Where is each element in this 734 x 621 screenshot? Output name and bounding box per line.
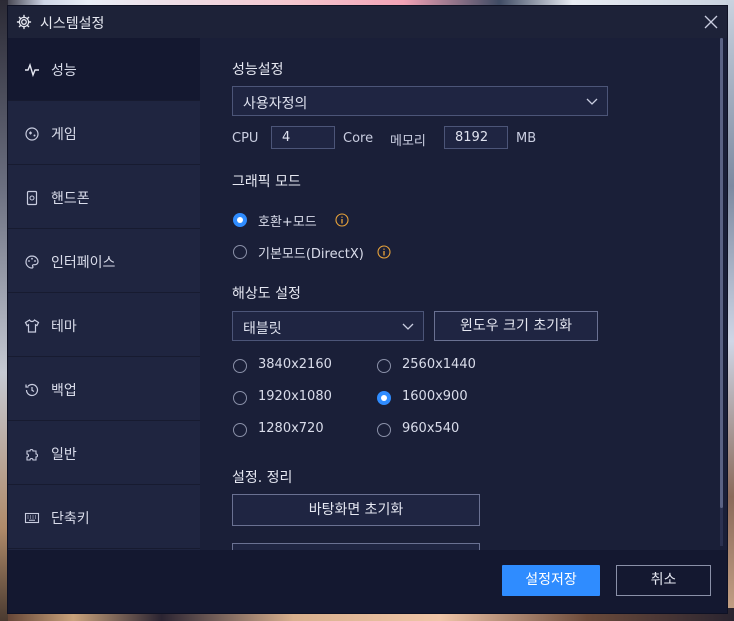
phone-icon (26, 190, 38, 206)
memory-input[interactable] (444, 126, 508, 149)
sidebar-item-label: 백업 (51, 383, 77, 399)
radio-label[interactable]: 1920x1080 (258, 389, 332, 404)
info-icon[interactable] (335, 213, 349, 227)
settings-dialog: 시스템설정 성능 게임 핸드폰 인터페이스 테마 백업 일반 단축키 성능설정 … (8, 6, 727, 613)
sidebar-item-interface[interactable]: 인터페이스 (8, 230, 200, 293)
select-value: 태블릿 (243, 321, 282, 337)
radio-resolution-1280[interactable] (233, 423, 247, 437)
section-title-resolution: 해상도 설정 (232, 286, 301, 302)
dialog-footer: 설정저장 취소 (8, 550, 727, 613)
performance-preset-select[interactable]: 사용자정의 (232, 86, 608, 116)
sidebar-item-performance[interactable]: 성능 (8, 38, 200, 101)
sidebar-item-game[interactable]: 게임 (8, 102, 200, 165)
scrollbar-thumb[interactable] (720, 38, 723, 508)
sidebar-item-shortcuts[interactable]: 단축키 (8, 486, 200, 549)
puzzle-icon (26, 449, 38, 461)
radio-label[interactable]: 기본모드(DirectX) (258, 243, 364, 262)
info-icon[interactable] (377, 245, 391, 259)
radio-resolution-960[interactable] (377, 423, 391, 437)
sidebar-item-label: 일반 (51, 447, 77, 463)
sidebar-item-general[interactable]: 일반 (8, 422, 200, 485)
cpu-label: CPU (232, 131, 259, 146)
cancel-button[interactable]: 취소 (616, 565, 711, 596)
sidebar-item-label: 단축키 (51, 511, 90, 527)
performance-panel: 성능설정 사용자정의 CPU Core 메모리 MB 그래픽 모드 호환+모드 … (200, 38, 719, 550)
radio-label[interactable]: 호환+모드 (258, 211, 317, 230)
radio-resolution-1600[interactable] (377, 391, 391, 405)
device-type-select[interactable]: 태블릿 (232, 311, 424, 341)
radio-label[interactable]: 2560x1440 (402, 357, 476, 372)
sidebar-item-label: 테마 (51, 319, 77, 335)
content-scrollbar[interactable] (720, 38, 723, 546)
shirt-icon (24, 319, 40, 333)
memory-label: 메모리 (390, 134, 426, 149)
history-icon (25, 383, 39, 397)
title-bar: 시스템설정 (8, 6, 727, 38)
section-title-cleanup: 설정. 정리 (232, 470, 293, 486)
close-icon[interactable] (702, 13, 720, 31)
save-settings-button[interactable]: 설정저장 (502, 565, 600, 596)
palette-icon (25, 255, 39, 269)
radio-label[interactable]: 1600x900 (402, 389, 468, 404)
chevron-down-icon (586, 98, 598, 105)
sidebar-item-backup[interactable]: 백업 (8, 358, 200, 421)
core-label: Core (343, 131, 374, 146)
radio-resolution-1920[interactable] (233, 391, 247, 405)
sidebar-item-label: 게임 (51, 127, 77, 143)
mb-label: MB (516, 131, 537, 146)
partial-button[interactable] (232, 543, 480, 550)
gear-icon (16, 14, 32, 30)
radio-label[interactable]: 3840x2160 (258, 357, 332, 372)
select-value: 사용자정의 (243, 96, 308, 112)
radio-compatibility-mode[interactable] (233, 213, 247, 227)
sidebar-item-label: 인터페이스 (51, 255, 116, 271)
gamepad-icon (25, 127, 39, 141)
sidebar-item-label: 핸드폰 (51, 191, 90, 207)
section-title-graphics: 그래픽 모드 (232, 174, 301, 190)
section-title-performance: 성능설정 (232, 62, 284, 78)
reset-desktop-button[interactable]: 바탕화면 초기화 (232, 494, 480, 526)
dialog-title: 시스템설정 (40, 16, 105, 32)
radio-default-mode[interactable] (233, 245, 247, 259)
sidebar-item-theme[interactable]: 테마 (8, 294, 200, 357)
radio-resolution-3840[interactable] (233, 359, 247, 373)
sidebar: 성능 게임 핸드폰 인터페이스 테마 백업 일반 단축키 (8, 38, 200, 550)
radio-label[interactable]: 1280x720 (258, 421, 324, 436)
radio-resolution-2560[interactable] (377, 359, 391, 373)
radio-label[interactable]: 960x540 (402, 421, 459, 436)
reset-window-size-button[interactable]: 윈도우 크기 초기화 (434, 311, 598, 341)
activity-icon (25, 62, 39, 78)
chevron-down-icon (402, 323, 414, 330)
cpu-input[interactable] (271, 126, 335, 149)
keyboard-icon (24, 512, 40, 524)
sidebar-item-phone[interactable]: 핸드폰 (8, 166, 200, 229)
sidebar-item-label: 성능 (51, 63, 77, 79)
